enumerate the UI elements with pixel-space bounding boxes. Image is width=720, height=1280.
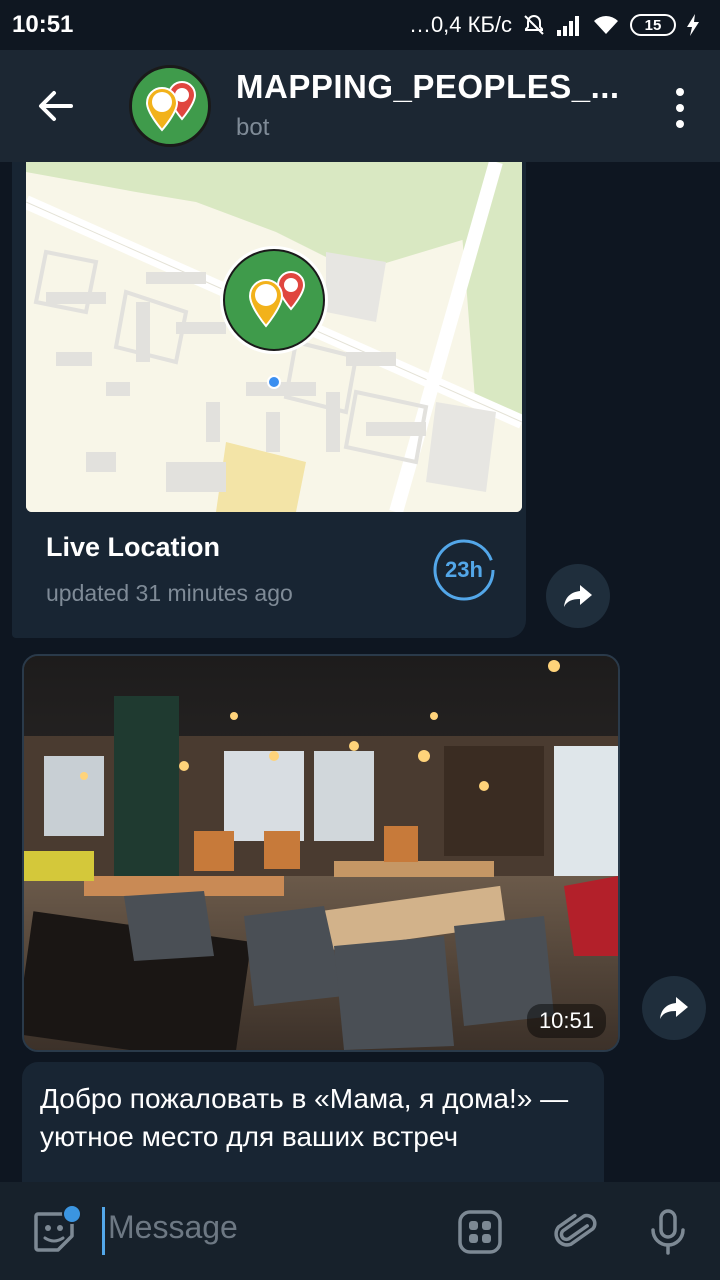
share-icon <box>660 997 688 1019</box>
map-image <box>26 162 522 512</box>
map-pins-icon <box>145 80 197 132</box>
text-cursor <box>102 1207 105 1255</box>
menu-dot <box>676 104 684 112</box>
grid-icon <box>458 1210 502 1254</box>
share-icon <box>564 585 592 607</box>
more-vertical-icon <box>676 88 684 96</box>
message-list[interactable]: Live Location updated 31 minutes ago 23h <box>0 162 720 1182</box>
wifi-icon <box>594 16 618 34</box>
arrow-left-icon <box>39 91 73 121</box>
bot-commands-button[interactable] <box>454 1206 506 1258</box>
restaurant-photo <box>24 656 618 1050</box>
restaurant-photo-message[interactable]: 10:51 <box>22 654 620 1052</box>
alarm-muted-icon <box>524 14 544 35</box>
live-location-updated: updated 31 minutes ago <box>46 580 293 606</box>
status-indicators: …0,4 КБ/с 15 <box>409 12 700 38</box>
microphone-icon <box>651 1209 685 1255</box>
live-timer-label: 23h <box>445 557 483 582</box>
signal-icon <box>557 16 579 36</box>
welcome-text: Добро пожаловать в «Мама, я дома!» — уют… <box>40 1083 569 1152</box>
sticker-notification-dot <box>62 1204 82 1224</box>
status-bar: 10:51 …0,4 КБ/с 15 <box>0 0 720 50</box>
chat-header: MAPPING_PEOPLES_... bot <box>0 50 720 162</box>
share-location-button[interactable] <box>546 564 610 628</box>
attach-button[interactable] <box>550 1206 602 1258</box>
message-input[interactable]: Message <box>108 1209 238 1246</box>
menu-dot <box>676 120 684 128</box>
bot-avatar[interactable] <box>129 65 211 147</box>
chat-title: MAPPING_PEOPLES_... <box>236 68 620 105</box>
live-location-message[interactable]: Live Location updated 31 minutes ago 23h <box>12 162 526 638</box>
chat-title-block[interactable]: MAPPING_PEOPLES_... bot <box>236 68 620 142</box>
live-location-title: Live Location <box>46 532 221 562</box>
network-speed: …0,4 КБ/с <box>408 12 512 37</box>
battery-indicator: 15 <box>630 14 676 36</box>
message-input-bar: Message <box>0 1182 720 1280</box>
voice-message-button[interactable] <box>642 1206 694 1258</box>
location-map[interactable] <box>26 162 522 512</box>
paperclip-icon <box>554 1213 597 1247</box>
back-button[interactable] <box>0 50 110 162</box>
more-menu-button[interactable] <box>670 88 690 128</box>
charging-icon <box>687 14 699 36</box>
welcome-text-message[interactable]: Добро пожаловать в «Мама, я дома!» — уют… <box>22 1062 604 1182</box>
share-photo-button[interactable] <box>642 976 706 1040</box>
chat-subtitle: bot <box>236 114 270 141</box>
photo-timestamp: 10:51 <box>526 1004 606 1038</box>
status-time: 10:51 <box>12 11 74 38</box>
